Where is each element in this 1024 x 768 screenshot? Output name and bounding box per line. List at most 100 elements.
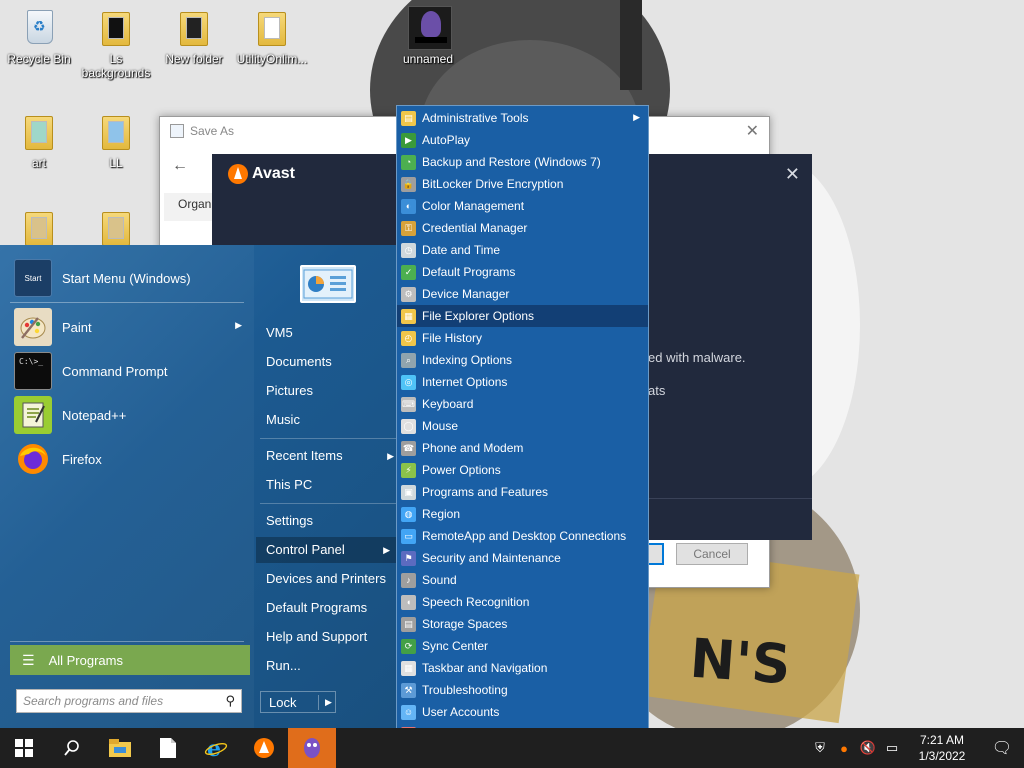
cp-item-file-history[interactable]: ◴ File History [397, 327, 648, 349]
desktop-icon-utilityonlim[interactable]: UtilityOnlim... [236, 6, 308, 66]
taskbar-notepad[interactable] [144, 728, 192, 768]
cp-item-label: File History [422, 331, 483, 345]
cp-item-taskbar-and-navigation[interactable]: ▦ Taskbar and Navigation [397, 657, 648, 679]
search-icon[interactable]: ⚲ [225, 693, 235, 709]
cp-item-storage-spaces[interactable]: ▤ Storage Spaces [397, 613, 648, 635]
cancel-button[interactable]: Cancel [676, 543, 748, 565]
cp-item-remoteapp-and-desktop-connections[interactable]: ▭ RemoteApp and Desktop Connections [397, 525, 648, 547]
cp-item-label: Programs and Features [422, 485, 549, 499]
action-center-icon[interactable]: 🗨 [980, 738, 1024, 758]
cp-item-keyboard[interactable]: ⌨ Keyboard [397, 393, 648, 415]
pinned-firefox[interactable]: Firefox [14, 439, 246, 479]
cp-item-date-and-time[interactable]: ◷ Date and Time [397, 239, 648, 261]
close-icon[interactable]: ✕ [785, 164, 800, 185]
divider [648, 498, 812, 499]
desktop-icon-unnamed[interactable]: unnamed [392, 6, 464, 66]
cp-item-credential-manager[interactable]: ⚿ Credential Manager [397, 217, 648, 239]
cp-item-autoplay[interactable]: ▶ AutoPlay [397, 129, 648, 151]
taskbar-file-explorer[interactable] [96, 728, 144, 768]
cp-item-sound[interactable]: ♪ Sound [397, 569, 648, 591]
start-link-default-programs[interactable]: Default Programs [266, 595, 400, 621]
start-link-music[interactable]: Music [266, 407, 400, 433]
cp-item-default-programs[interactable]: ✓ Default Programs [397, 261, 648, 283]
cp-item-file-explorer-options[interactable]: ▦ File Explorer Options [397, 305, 648, 327]
device-manager-icon: ⚙ [401, 286, 416, 302]
desktop-icon-ls-backgrounds[interactable]: Ls backgrounds [80, 6, 152, 80]
taskbar-active-app[interactable] [288, 728, 336, 768]
desktop-icon-new-folder[interactable]: New folder [158, 6, 230, 66]
pinned-paint[interactable]: Paint ▶ [14, 307, 246, 347]
cp-item-speech-recognition[interactable]: ◖ Speech Recognition [397, 591, 648, 613]
pinned-start-menu-windows[interactable]: Start Start Menu (Windows) [14, 258, 246, 298]
windows-security-icon[interactable]: ⛨ [808, 740, 832, 756]
windows-start-button[interactable] [0, 728, 48, 768]
search-button[interactable] [48, 728, 96, 768]
cp-item-region[interactable]: ◍ Region [397, 503, 648, 525]
taskbar-avast[interactable] [240, 728, 288, 768]
cp-item-user-accounts[interactable]: ☺ User Accounts [397, 701, 648, 723]
submenu-arrow-icon: ▶ [633, 112, 640, 122]
separator [10, 302, 244, 303]
cp-item-indexing-options[interactable]: ⌕ Indexing Options [397, 349, 648, 371]
cp-item-label: Mouse [422, 419, 459, 433]
volume-muted-icon[interactable]: 🔇 [856, 740, 880, 756]
clock[interactable]: 7:21 AM 1/3/2022 [904, 732, 980, 764]
network-icon[interactable]: ▭ [880, 740, 904, 756]
taskbar-internet-explorer[interactable]: e [192, 728, 240, 768]
close-icon[interactable]: ✕ [746, 121, 759, 141]
dialog-icon [170, 124, 184, 138]
user-picture-control-panel-icon[interactable] [300, 265, 356, 303]
cp-item-label: Device Manager [422, 287, 510, 301]
start-search-box[interactable]: ⚲ [16, 689, 242, 713]
all-programs-button[interactable]: ☰ All Programs [10, 645, 250, 675]
start-link-recent-items[interactable]: Recent Items ▶ [266, 443, 400, 469]
start-link-this-pc[interactable]: This PC [266, 472, 400, 498]
all-programs-label: All Programs [48, 652, 123, 668]
start-link-user[interactable]: VM5 [266, 320, 400, 346]
cp-item-phone-and-modem[interactable]: ☎ Phone and Modem [397, 437, 648, 459]
cp-item-mouse[interactable]: ◯ Mouse [397, 415, 648, 437]
cp-item-sync-center[interactable]: ⟳ Sync Center [397, 635, 648, 657]
cp-item-label: Phone and Modem [422, 441, 524, 455]
avast-brand: Avast [228, 164, 295, 184]
avast-message-line-2: ats [648, 383, 666, 398]
clock-time: 7:21 AM [919, 733, 965, 747]
start-link-help-support[interactable]: Help and Support [266, 624, 400, 650]
lock-button[interactable]: Lock ▶ [260, 691, 336, 713]
cp-item-internet-options[interactable]: ◎ Internet Options [397, 371, 648, 393]
cp-item-backup-and-restore-windows-7[interactable]: ◔ Backup and Restore (Windows 7) [397, 151, 648, 173]
avast-tray-icon[interactable]: ● [832, 741, 856, 756]
file-explorer-options-icon: ▦ [401, 308, 416, 324]
cp-item-color-management[interactable]: ◐ Color Management [397, 195, 648, 217]
desktop-icon-ll[interactable]: LL [80, 110, 152, 170]
pinned-command-prompt[interactable]: C:\>_ Command Prompt [14, 351, 246, 391]
back-arrow-icon[interactable]: ← [172, 157, 188, 175]
date-and-time-icon: ◷ [401, 242, 416, 258]
start-link-run[interactable]: Run... [266, 653, 400, 679]
cp-item-programs-and-features[interactable]: ▣ Programs and Features [397, 481, 648, 503]
start-link-devices-printers[interactable]: Devices and Printers [266, 566, 400, 592]
cp-item-device-manager[interactable]: ⚙ Device Manager [397, 283, 648, 305]
cp-item-administrative-tools[interactable]: ▤ Administrative Tools ▶ [397, 107, 648, 129]
start-link-control-panel[interactable]: Control Panel ▶ [256, 537, 396, 563]
cp-item-power-options[interactable]: ⚡ Power Options [397, 459, 648, 481]
recycle-bin-icon [19, 6, 59, 50]
desktop-icon-art[interactable]: art [3, 110, 75, 170]
firefox-icon [14, 440, 52, 478]
cp-item-label: Administrative Tools [422, 111, 529, 125]
cp-item-bitlocker-drive-encryption[interactable]: 🔒 BitLocker Drive Encryption [397, 173, 648, 195]
file-history-icon: ◴ [401, 330, 416, 346]
lock-options-arrow-icon[interactable]: ▶ [319, 697, 332, 708]
indexing-options-icon: ⌕ [401, 352, 416, 368]
taskbar: e ⛨ ● 🔇 ▭ 7:21 AM 1/3/2022 🗨 [0, 728, 1024, 768]
cp-item-troubleshooting[interactable]: ⚒ Troubleshooting [397, 679, 648, 701]
start-link-settings[interactable]: Settings [266, 508, 400, 534]
folder-icon [96, 206, 136, 250]
pinned-notepad-plus-plus[interactable]: Notepad++ [14, 395, 246, 435]
avast-message-line-1: ed with malware. [648, 350, 746, 365]
start-link-documents[interactable]: Documents [266, 349, 400, 375]
cp-item-security-and-maintenance[interactable]: ⚑ Security and Maintenance [397, 547, 648, 569]
desktop-icon-recycle-bin[interactable]: Recycle Bin [3, 6, 75, 66]
start-link-pictures[interactable]: Pictures [266, 378, 400, 404]
search-input[interactable] [23, 694, 213, 708]
